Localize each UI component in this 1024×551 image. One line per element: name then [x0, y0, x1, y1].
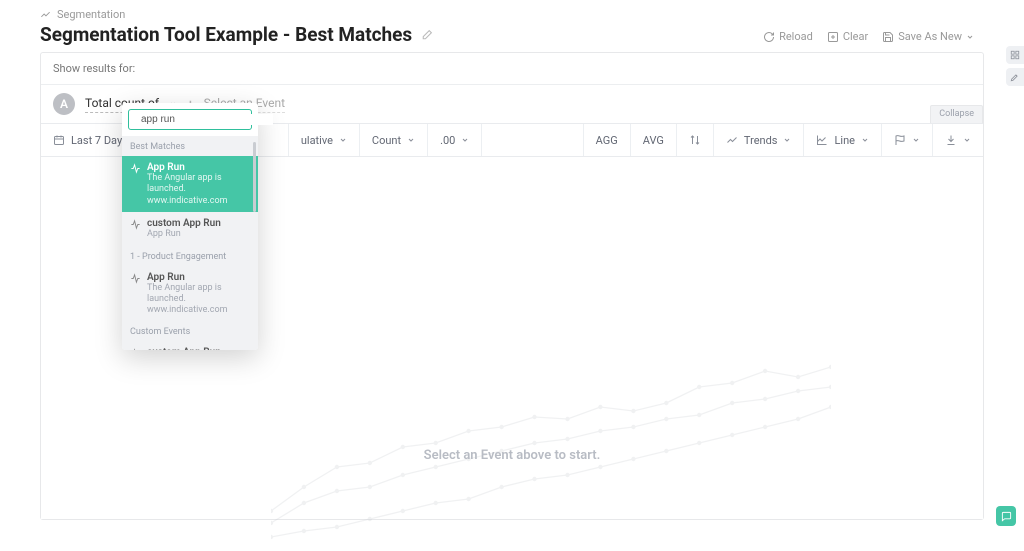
chart-type-picker[interactable]: Line [804, 124, 882, 156]
chevron-down-icon [966, 33, 974, 41]
trends-picker[interactable]: Trends [714, 124, 805, 156]
sort-button[interactable] [677, 124, 714, 156]
reload-button[interactable]: Reload [763, 30, 813, 43]
download-icon [945, 134, 957, 146]
calendar-icon [53, 134, 65, 146]
chevron-down-icon [339, 136, 347, 144]
chevron-down-icon [461, 136, 469, 144]
avg-button[interactable]: AVG [631, 124, 677, 156]
breadcrumb[interactable]: Segmentation [40, 8, 984, 21]
help-fab[interactable] [996, 506, 1016, 526]
dropdown-section-best-matches: Best Matches [122, 136, 258, 156]
line-chart-icon [816, 134, 828, 146]
reload-icon [763, 31, 775, 43]
save-as-new-button[interactable]: Save As New [882, 30, 974, 43]
chevron-down-icon [963, 136, 971, 144]
dropdown-item-custom-app-run[interactable]: custom App Run App Run [122, 212, 258, 246]
chevron-down-icon [912, 136, 920, 144]
activity-icon [130, 348, 141, 350]
dropdown-scrollbar[interactable] [253, 142, 256, 344]
flag-icon [894, 134, 906, 146]
collapse-button[interactable]: Collapse [930, 105, 983, 123]
breadcrumb-label: Segmentation [57, 8, 125, 21]
event-search-box[interactable] [128, 109, 252, 130]
edit-title-icon[interactable] [420, 27, 433, 46]
avatar[interactable]: A [53, 93, 75, 115]
dropdown-item-custom-app-run-ce[interactable]: custom App Run App Run [122, 341, 258, 350]
dropdown-item-app-run[interactable]: App Run The Angular app is launched. www… [122, 156, 258, 212]
agg-button[interactable]: AGG [584, 124, 631, 156]
save-icon [882, 31, 894, 43]
dropdown-section-custom-events: Custom Events [122, 321, 258, 341]
chevron-down-icon [783, 136, 791, 144]
flag-button[interactable] [882, 124, 933, 156]
count-picker[interactable]: Count [360, 124, 428, 156]
side-grid-icon[interactable] [1006, 46, 1024, 64]
event-search-input[interactable] [141, 114, 273, 125]
sort-icon [689, 134, 701, 146]
empty-state-text: Select an Event above to start. [41, 448, 983, 463]
page-title: Segmentation Tool Example - Best Matches [40, 23, 412, 46]
chevron-down-icon [407, 136, 415, 144]
side-eyedropper-icon[interactable] [1006, 68, 1024, 86]
chat-icon [1001, 511, 1012, 522]
segmentation-icon [40, 9, 51, 20]
activity-icon [130, 273, 141, 287]
chevron-down-icon [861, 136, 869, 144]
download-button[interactable] [933, 124, 983, 156]
trends-icon [726, 134, 738, 146]
dropdown-item-app-run-pe[interactable]: App Run The Angular app is launched. www… [122, 266, 258, 322]
event-dropdown: Best Matches App Run The Angular app is … [122, 103, 258, 350]
ghost-chart [271, 347, 831, 547]
show-results-label: Show results for: [41, 53, 983, 85]
activity-icon [130, 163, 141, 177]
clear-icon [827, 31, 839, 43]
clear-button[interactable]: Clear [827, 30, 868, 43]
activity-icon [130, 219, 141, 233]
decimals-picker[interactable]: .00 [428, 124, 482, 156]
cumulative-picker[interactable]: ulative [289, 124, 360, 156]
dropdown-section-product-engagement: 1 - Product Engagement [122, 246, 258, 266]
